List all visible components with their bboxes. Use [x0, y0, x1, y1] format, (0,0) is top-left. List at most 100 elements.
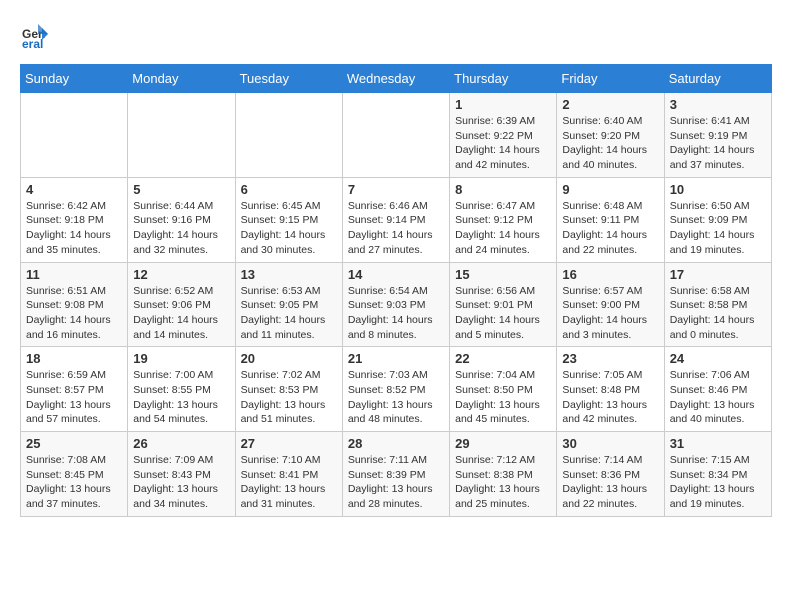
day-info: Sunrise: 6:40 AM Sunset: 9:20 PM Dayligh… — [562, 114, 658, 173]
column-header-tuesday: Tuesday — [235, 65, 342, 93]
calendar-cell: 11 Sunrise: 6:51 AM Sunset: 9:08 PM Dayli… — [21, 262, 128, 347]
day-number: 11 — [26, 267, 122, 282]
day-number: 12 — [133, 267, 229, 282]
day-info: Sunrise: 7:06 AM Sunset: 8:46 PM Dayligh… — [670, 368, 766, 427]
day-info: Sunrise: 6:50 AM Sunset: 9:09 PM Dayligh… — [670, 199, 766, 258]
calendar-cell: 18Sunrise: 6:59 AM Sunset: 8:57 PM Dayli… — [21, 347, 128, 432]
day-number: 10 — [670, 182, 766, 197]
calendar-cell — [342, 93, 449, 178]
column-header-wednesday: Wednesday — [342, 65, 449, 93]
day-info: Sunrise: 7:11 AM Sunset: 8:39 PM Dayligh… — [348, 453, 444, 512]
day-number: 25 — [26, 436, 122, 451]
day-info: Sunrise: 6:47 AM Sunset: 9:12 PM Dayligh… — [455, 199, 551, 258]
day-info: Sunrise: 6:48 AM Sunset: 9:11 PM Dayligh… — [562, 199, 658, 258]
day-number: 7 — [348, 182, 444, 197]
calendar-cell: 16 Sunrise: 6:57 AM Sunset: 9:00 PM Dayli… — [557, 262, 664, 347]
calendar-cell: 28 Sunrise: 7:11 AM Sunset: 8:39 PM Dayli… — [342, 432, 449, 517]
day-info: Sunrise: 7:09 AM Sunset: 8:43 PM Dayligh… — [133, 453, 229, 512]
day-info: Sunrise: 7:03 AM Sunset: 8:52 PM Dayligh… — [348, 368, 444, 427]
day-info: Sunrise: 6:53 AM Sunset: 9:05 PM Dayligh… — [241, 284, 337, 343]
calendar-cell: 31Sunrise: 7:15 AM Sunset: 8:34 PM Dayli… — [664, 432, 771, 517]
day-number: 21 — [348, 351, 444, 366]
calendar-cell: 6 Sunrise: 6:45 AM Sunset: 9:15 PM Daylig… — [235, 177, 342, 262]
day-info: Sunrise: 6:56 AM Sunset: 9:01 PM Dayligh… — [455, 284, 551, 343]
column-header-sunday: Sunday — [21, 65, 128, 93]
day-info: Sunrise: 7:08 AM Sunset: 8:45 PM Dayligh… — [26, 453, 122, 512]
day-number: 26 — [133, 436, 229, 451]
calendar-cell: 20Sunrise: 7:02 AM Sunset: 8:53 PM Dayli… — [235, 347, 342, 432]
day-info: Sunrise: 6:41 AM Sunset: 9:19 PM Dayligh… — [670, 114, 766, 173]
calendar-cell: 19 Sunrise: 7:00 AM Sunset: 8:55 PM Dayli… — [128, 347, 235, 432]
day-info: Sunrise: 6:54 AM Sunset: 9:03 PM Dayligh… — [348, 284, 444, 343]
day-info: Sunrise: 7:12 AM Sunset: 8:38 PM Dayligh… — [455, 453, 551, 512]
calendar-cell: 22 Sunrise: 7:04 AM Sunset: 8:50 PM Dayli… — [450, 347, 557, 432]
day-info: Sunrise: 6:52 AM Sunset: 9:06 PM Dayligh… — [133, 284, 229, 343]
column-header-saturday: Saturday — [664, 65, 771, 93]
day-number: 28 — [348, 436, 444, 451]
day-number: 2 — [562, 97, 658, 112]
calendar-cell: 9 Sunrise: 6:48 AM Sunset: 9:11 PM Daylig… — [557, 177, 664, 262]
calendar-cell: 24 Sunrise: 7:06 AM Sunset: 8:46 PM Dayli… — [664, 347, 771, 432]
calendar-cell: 2 Sunrise: 6:40 AM Sunset: 9:20 PM Daylig… — [557, 93, 664, 178]
day-number: 9 — [562, 182, 658, 197]
day-number: 8 — [455, 182, 551, 197]
day-info: Sunrise: 6:57 AM Sunset: 9:00 PM Dayligh… — [562, 284, 658, 343]
calendar-week-row: 11 Sunrise: 6:51 AM Sunset: 9:08 PM Dayli… — [21, 262, 772, 347]
calendar-table: SundayMondayTuesdayWednesdayThursdayFrid… — [20, 64, 772, 517]
day-number: 16 — [562, 267, 658, 282]
calendar-cell — [128, 93, 235, 178]
day-info: Sunrise: 6:45 AM Sunset: 9:15 PM Dayligh… — [241, 199, 337, 258]
day-number: 5 — [133, 182, 229, 197]
day-number: 23 — [562, 351, 658, 366]
calendar-cell: 23 Sunrise: 7:05 AM Sunset: 8:48 PM Dayli… — [557, 347, 664, 432]
day-number: 20 — [241, 351, 337, 366]
day-number: 31 — [670, 436, 766, 451]
day-number: 3 — [670, 97, 766, 112]
day-number: 1 — [455, 97, 551, 112]
column-header-friday: Friday — [557, 65, 664, 93]
calendar-cell: 21 Sunrise: 7:03 AM Sunset: 8:52 PM Dayli… — [342, 347, 449, 432]
calendar-cell: 1 Sunrise: 6:39 AM Sunset: 9:22 PM Daylig… — [450, 93, 557, 178]
calendar-header-row: SundayMondayTuesdayWednesdayThursdayFrid… — [21, 65, 772, 93]
day-number: 22 — [455, 351, 551, 366]
calendar-cell: 7 Sunrise: 6:46 AM Sunset: 9:14 PM Daylig… — [342, 177, 449, 262]
calendar-week-row: 25 Sunrise: 7:08 AM Sunset: 8:45 PM Dayli… — [21, 432, 772, 517]
calendar-cell: 8 Sunrise: 6:47 AM Sunset: 9:12 PM Daylig… — [450, 177, 557, 262]
day-info: Sunrise: 7:00 AM Sunset: 8:55 PM Dayligh… — [133, 368, 229, 427]
calendar-cell — [235, 93, 342, 178]
day-number: 24 — [670, 351, 766, 366]
day-info: Sunrise: 7:05 AM Sunset: 8:48 PM Dayligh… — [562, 368, 658, 427]
column-header-thursday: Thursday — [450, 65, 557, 93]
day-number: 17 — [670, 267, 766, 282]
calendar-cell: 13 Sunrise: 6:53 AM Sunset: 9:05 PM Dayli… — [235, 262, 342, 347]
calendar-cell: 15Sunrise: 6:56 AM Sunset: 9:01 PM Dayli… — [450, 262, 557, 347]
calendar-week-row: 4Sunrise: 6:42 AM Sunset: 9:18 PM Daylig… — [21, 177, 772, 262]
calendar-cell: 17 Sunrise: 6:58 AM Sunset: 8:58 PM Dayli… — [664, 262, 771, 347]
day-info: Sunrise: 6:39 AM Sunset: 9:22 PM Dayligh… — [455, 114, 551, 173]
svg-text:eral: eral — [22, 37, 43, 48]
day-info: Sunrise: 6:42 AM Sunset: 9:18 PM Dayligh… — [26, 199, 122, 258]
day-info: Sunrise: 6:58 AM Sunset: 8:58 PM Dayligh… — [670, 284, 766, 343]
day-info: Sunrise: 6:51 AM Sunset: 9:08 PM Dayligh… — [26, 284, 122, 343]
day-number: 13 — [241, 267, 337, 282]
day-info: Sunrise: 6:46 AM Sunset: 9:14 PM Dayligh… — [348, 199, 444, 258]
calendar-cell: 10 Sunrise: 6:50 AM Sunset: 9:09 PM Dayli… — [664, 177, 771, 262]
day-number: 19 — [133, 351, 229, 366]
day-number: 29 — [455, 436, 551, 451]
column-header-monday: Monday — [128, 65, 235, 93]
day-info: Sunrise: 6:59 AM Sunset: 8:57 PM Dayligh… — [26, 368, 122, 427]
calendar-cell — [21, 93, 128, 178]
calendar-cell: 5Sunrise: 6:44 AM Sunset: 9:16 PM Daylig… — [128, 177, 235, 262]
calendar-cell: 4Sunrise: 6:42 AM Sunset: 9:18 PM Daylig… — [21, 177, 128, 262]
calendar-week-row: 18Sunrise: 6:59 AM Sunset: 8:57 PM Dayli… — [21, 347, 772, 432]
calendar-cell: 30Sunrise: 7:14 AM Sunset: 8:36 PM Dayli… — [557, 432, 664, 517]
calendar-cell: 29 Sunrise: 7:12 AM Sunset: 8:38 PM Dayli… — [450, 432, 557, 517]
calendar-cell: 3 Sunrise: 6:41 AM Sunset: 9:19 PM Daylig… — [664, 93, 771, 178]
day-number: 27 — [241, 436, 337, 451]
day-number: 6 — [241, 182, 337, 197]
calendar-cell: 27Sunrise: 7:10 AM Sunset: 8:41 PM Dayli… — [235, 432, 342, 517]
calendar-cell: 26 Sunrise: 7:09 AM Sunset: 8:43 PM Dayli… — [128, 432, 235, 517]
calendar-cell: 14Sunrise: 6:54 AM Sunset: 9:03 PM Dayli… — [342, 262, 449, 347]
logo: Gen eral — [20, 20, 52, 48]
day-info: Sunrise: 7:04 AM Sunset: 8:50 PM Dayligh… — [455, 368, 551, 427]
